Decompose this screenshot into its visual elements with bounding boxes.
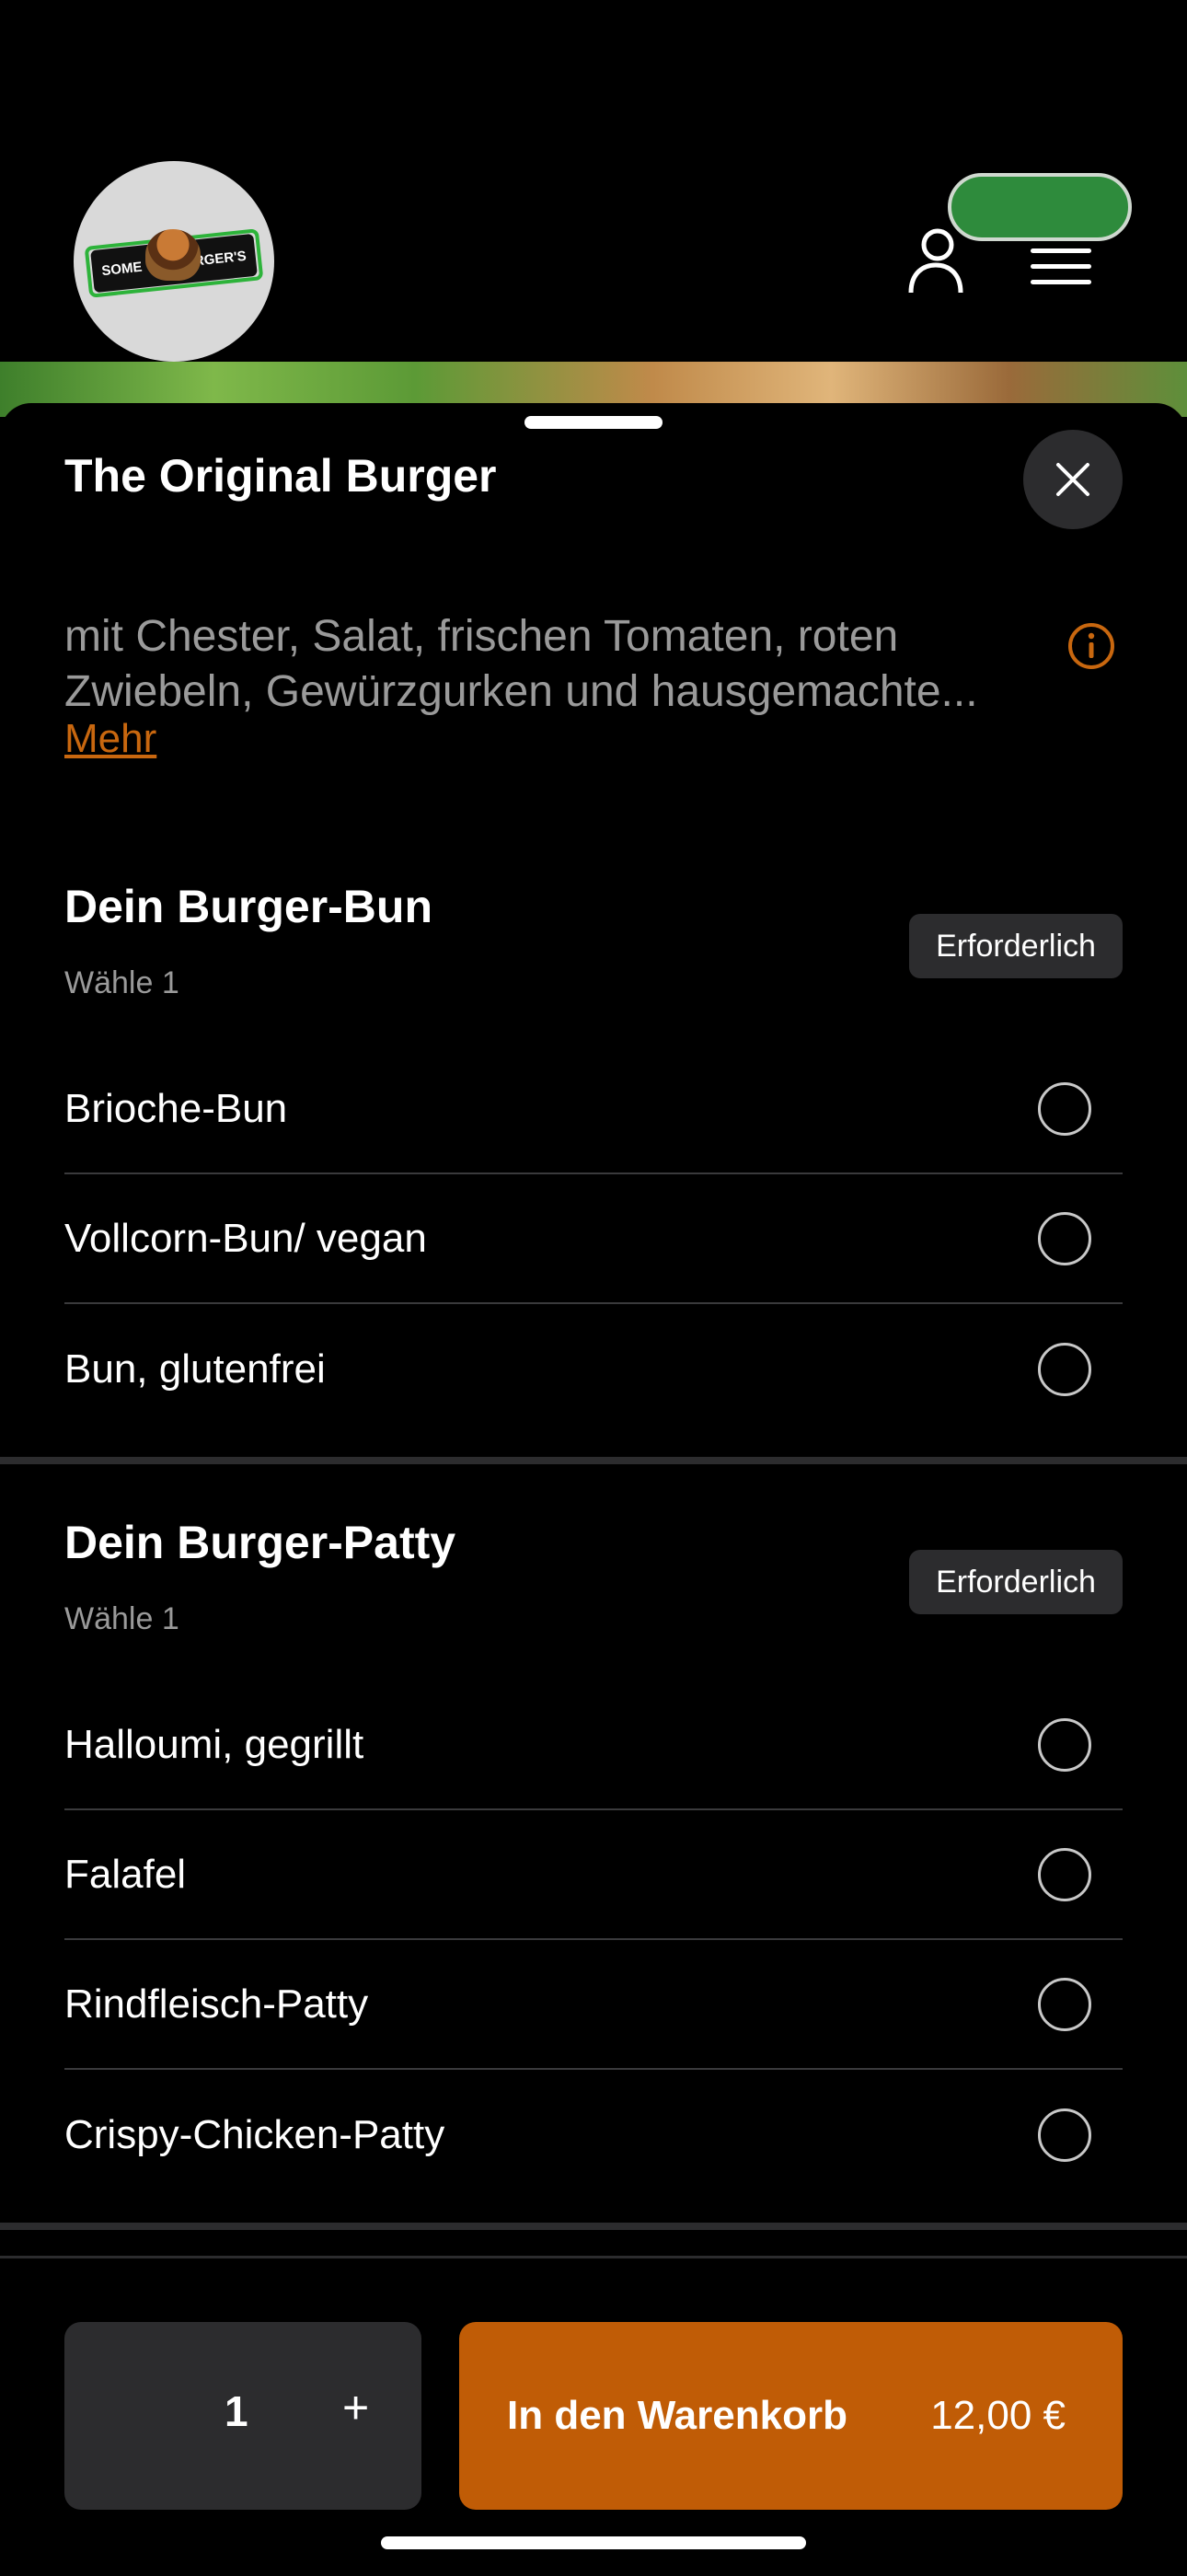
required-badge-bun: Erforderlich: [909, 914, 1123, 978]
option-label: Halloumi, gegrillt: [64, 1722, 364, 1767]
logo-text-left: SOME: [100, 259, 144, 279]
logo-burger-image: [145, 229, 201, 281]
increment-button[interactable]: +: [342, 2381, 369, 2434]
radio-button[interactable]: [1038, 2108, 1091, 2162]
quantity-value: 1: [225, 2387, 248, 2435]
option-label: Bun, glutenfrei: [64, 1346, 326, 1392]
option-halloumi[interactable]: Halloumi, gegrillt: [64, 1681, 1123, 1810]
quantity-stepper[interactable]: 1 +: [64, 2322, 421, 2510]
section-title-bun: Dein Burger-Bun: [64, 881, 432, 932]
section-title-patty: Dein Burger-Patty: [64, 1517, 456, 1568]
radio-button[interactable]: [1038, 1848, 1091, 1901]
restaurant-logo[interactable]: SOME BURGER'S: [74, 161, 274, 362]
radio-button[interactable]: [1038, 1718, 1091, 1772]
option-label: Rindfleisch-Patty: [64, 1981, 369, 2027]
close-icon: [1056, 463, 1089, 496]
info-icon[interactable]: [1067, 622, 1115, 670]
section-subtitle-bun: Wähle 1: [64, 965, 179, 1000]
more-link[interactable]: Mehr: [64, 716, 156, 762]
option-crispy-chicken-patty[interactable]: Crispy-Chicken-Patty: [64, 2071, 1123, 2200]
option-brioche-bun[interactable]: Brioche-Bun: [64, 1045, 1123, 1174]
sheet-grabber[interactable]: [524, 416, 663, 429]
close-button[interactable]: [1023, 430, 1123, 529]
section-divider: [0, 2223, 1187, 2230]
section-divider: [0, 1457, 1187, 1464]
product-description: mit Chester, Salat, frischen Tomaten, ro…: [64, 612, 978, 716]
add-to-cart-button[interactable]: In den Warenkorb 12,00 €: [459, 2322, 1123, 2510]
radio-button[interactable]: [1038, 1082, 1091, 1136]
option-bun-glutenfrei[interactable]: Bun, glutenfrei: [64, 1305, 1123, 1434]
home-indicator[interactable]: [381, 2536, 806, 2549]
user-icon[interactable]: [907, 226, 964, 295]
option-label: Brioche-Bun: [64, 1086, 288, 1131]
option-rindfleisch-patty[interactable]: Rindfleisch-Patty: [64, 1941, 1123, 2070]
app-header: SOME BURGER'S: [0, 0, 1187, 364]
option-label: Falafel: [64, 1852, 187, 1897]
option-falafel[interactable]: Falafel: [64, 1811, 1123, 1940]
option-label: Vollcorn-Bun/ vegan: [64, 1216, 427, 1261]
add-to-cart-label: In den Warenkorb: [507, 2393, 847, 2438]
required-badge-patty: Erforderlich: [909, 1550, 1123, 1614]
radio-button[interactable]: [1038, 1978, 1091, 2031]
option-label: Crispy-Chicken-Patty: [64, 2112, 445, 2157]
radio-button[interactable]: [1038, 1343, 1091, 1396]
price-label: 12,00 €: [930, 2393, 1066, 2438]
radio-button[interactable]: [1038, 1212, 1091, 1265]
option-vollcorn-bun[interactable]: Vollcorn-Bun/ vegan: [64, 1175, 1123, 1304]
product-sheet: [0, 403, 1187, 2573]
product-title: The Original Burger: [64, 450, 497, 502]
menu-icon[interactable]: [1031, 248, 1091, 285]
status-pill[interactable]: [948, 173, 1132, 241]
section-subtitle-patty: Wähle 1: [64, 1601, 179, 1636]
